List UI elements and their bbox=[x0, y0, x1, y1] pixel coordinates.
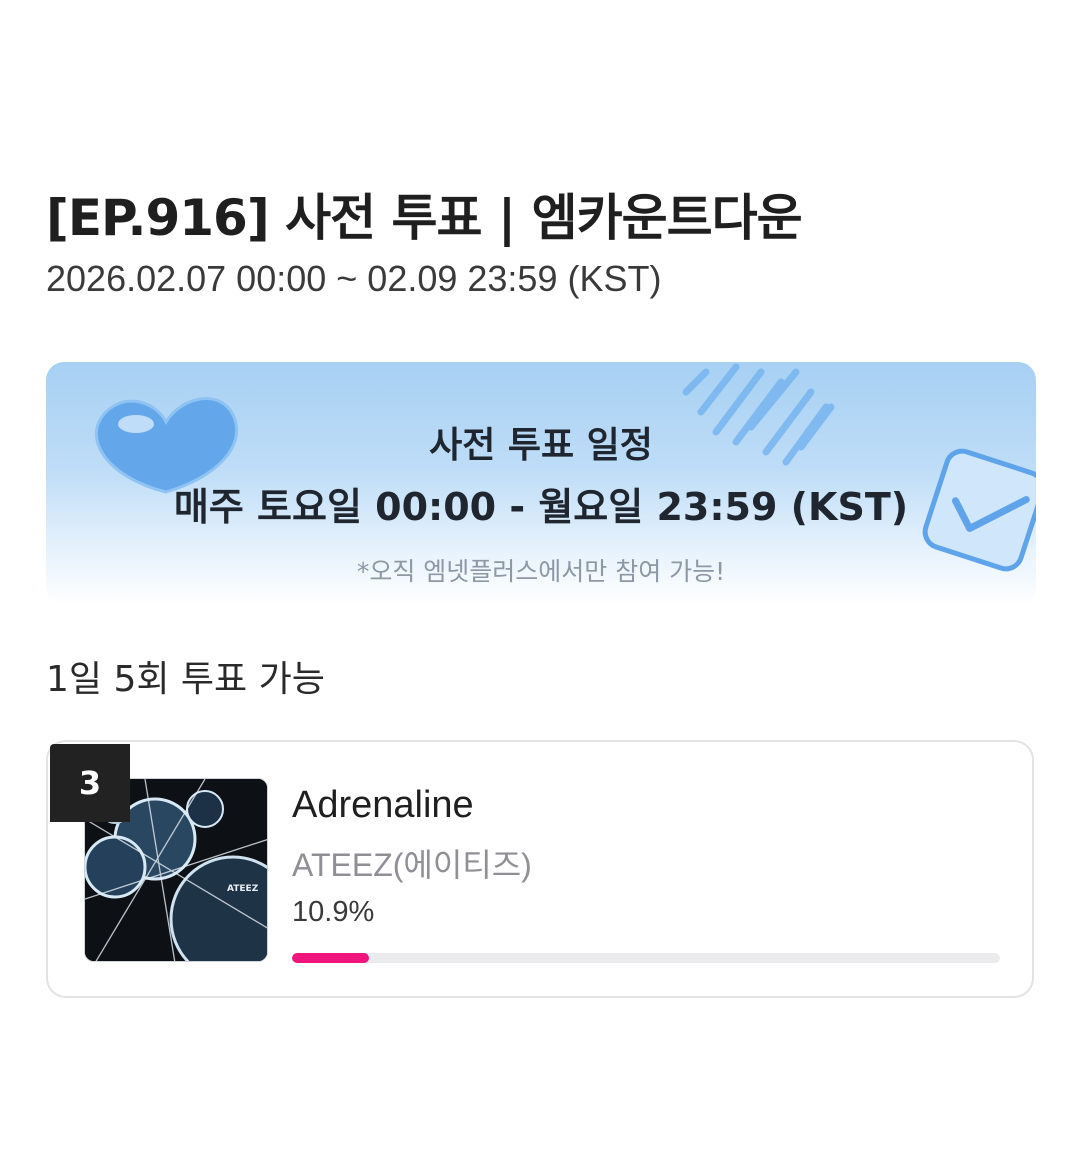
banner-title: 사전 투표 일정 bbox=[429, 425, 653, 466]
vote-page: [EP.916] 사전 투표 | 엠카운트다운 2026.02.07 00:00… bbox=[0, 0, 1080, 1165]
rank-badge: 3 bbox=[50, 744, 130, 822]
artist-name: ATEEZ(에이티즈) bbox=[292, 847, 532, 883]
banner-schedule: 매주 토요일 00:00 - 월요일 23:59 (KST) bbox=[173, 485, 909, 529]
vote-percent: 10.9% bbox=[292, 896, 375, 928]
song-title: Adrenaline bbox=[292, 784, 474, 826]
candidate-card[interactable]: 3 ATEEZ Adrenaline ATEEZ(에이티즈) 10.9% bbox=[46, 740, 1034, 998]
svg-text:ATEEZ: ATEEZ bbox=[227, 884, 259, 894]
vote-limit-text: 1일 5회 투표 가능 bbox=[46, 659, 325, 700]
page-title: [EP.916] 사전 투표 | 엠카운트다운 bbox=[46, 189, 803, 247]
banner-note: *오직 엠넷플러스에서만 참여 가능! bbox=[356, 557, 726, 586]
vote-period: 2026.02.07 00:00 ~ 02.09 23:59 (KST) bbox=[46, 258, 662, 299]
schedule-banner: 사전 투표 일정 매주 토요일 00:00 - 월요일 23:59 (KST) … bbox=[46, 362, 1036, 606]
progress-track bbox=[292, 953, 1000, 963]
progress-fill bbox=[292, 953, 370, 963]
